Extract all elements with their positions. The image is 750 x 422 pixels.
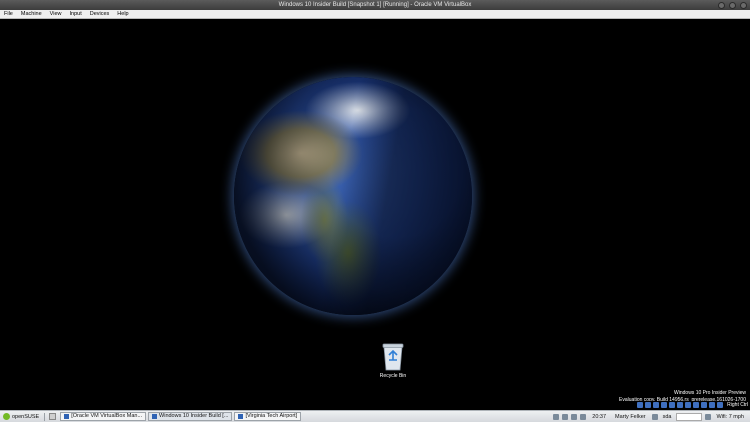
recycle-bin-label: Recycle Bin — [379, 373, 407, 379]
system-tray: 20:37 Marty Felker sda Wifi: 7 mph — [553, 412, 750, 421]
close-button[interactable] — [740, 1, 747, 9]
minimize-button[interactable] — [718, 1, 725, 9]
drive-icon — [651, 413, 658, 420]
updater-icon[interactable] — [553, 413, 560, 420]
usb-icon[interactable] — [669, 402, 676, 408]
weather-icon — [705, 413, 712, 420]
weather-wind-readout[interactable]: Wifi: 7 mph — [714, 414, 746, 420]
clipboard-icon[interactable] — [562, 413, 569, 420]
task-windows10-vm[interactable]: Windows 10 Insider Build [... — [148, 412, 233, 421]
menu-view[interactable]: View — [46, 10, 66, 19]
menu-help[interactable]: Help — [113, 10, 132, 19]
video-capture-icon[interactable] — [693, 402, 700, 408]
start-button[interactable]: openSUSE — [0, 411, 42, 422]
monitor-applet[interactable] — [676, 412, 703, 421]
user-name[interactable]: Marty Felker — [612, 414, 649, 420]
clock[interactable]: 20:37 — [589, 414, 609, 420]
mouse-integration-icon[interactable] — [709, 402, 716, 408]
weather-window-icon — [238, 414, 244, 419]
task-label: [Oracle VM VirtualBox Man... — [71, 413, 143, 419]
vm-status-bar: Right Ctrl — [0, 401, 750, 410]
network-manager-icon[interactable] — [580, 413, 587, 420]
recycle-bin-shortcut[interactable]: Recycle Bin — [371, 341, 415, 379]
task-virginia-tech-airport[interactable]: [Virginia Tech Airport] — [234, 412, 302, 421]
task-label: Windows 10 Insider Build [... — [159, 413, 229, 419]
host-taskbar: openSUSE [Oracle VM VirtualBox Man... Wi… — [0, 410, 750, 422]
vm-desktop[interactable]: Recycle Bin Windows 10 Pro Insider Previ… — [0, 19, 750, 409]
cpu-icon[interactable] — [701, 402, 708, 408]
task-virtualbox-manager[interactable]: [Oracle VM VirtualBox Man... — [60, 412, 147, 421]
watermark-line1: Windows 10 Pro Insider Preview — [674, 390, 746, 396]
drive-label[interactable]: sda — [661, 414, 674, 420]
show-desktop-icon[interactable] — [49, 413, 57, 420]
window-titlebar[interactable]: Windows 10 Insider Build [Snapshot 1] [R… — [0, 0, 750, 10]
menu-machine[interactable]: Machine — [17, 10, 46, 19]
volume-icon[interactable] — [571, 413, 578, 420]
menu-file[interactable]: File — [0, 10, 17, 19]
host-key-label: Right Ctrl — [727, 402, 748, 408]
earth-shadow — [234, 77, 472, 315]
start-label: openSUSE — [12, 413, 40, 420]
opensuse-icon — [3, 413, 10, 420]
task-label: [Virginia Tech Airport] — [245, 413, 298, 419]
keyboard-icon[interactable] — [717, 402, 724, 408]
optical-drive-icon[interactable] — [645, 402, 652, 408]
shared-folders-icon[interactable] — [677, 402, 684, 408]
earth-wallpaper — [234, 77, 472, 315]
maximize-button[interactable] — [729, 1, 736, 9]
menu-devices[interactable]: Devices — [86, 10, 114, 19]
vm-status-icons: Right Ctrl — [637, 402, 748, 408]
taskbar-separator — [44, 412, 46, 421]
recycle-bin-icon — [379, 341, 407, 371]
menu-bar: File Machine View Input Devices Help — [0, 10, 750, 19]
virtualbox-icon — [64, 414, 70, 419]
network-icon[interactable] — [661, 402, 668, 408]
vm-window-icon — [152, 414, 158, 419]
window-controls — [718, 0, 747, 10]
audio-icon[interactable] — [653, 402, 660, 408]
window-title: Windows 10 Insider Build [Snapshot 1] [R… — [278, 2, 472, 8]
menu-input[interactable]: Input — [66, 10, 86, 19]
hard-disk-icon[interactable] — [637, 402, 644, 408]
display-icon[interactable] — [685, 402, 692, 408]
